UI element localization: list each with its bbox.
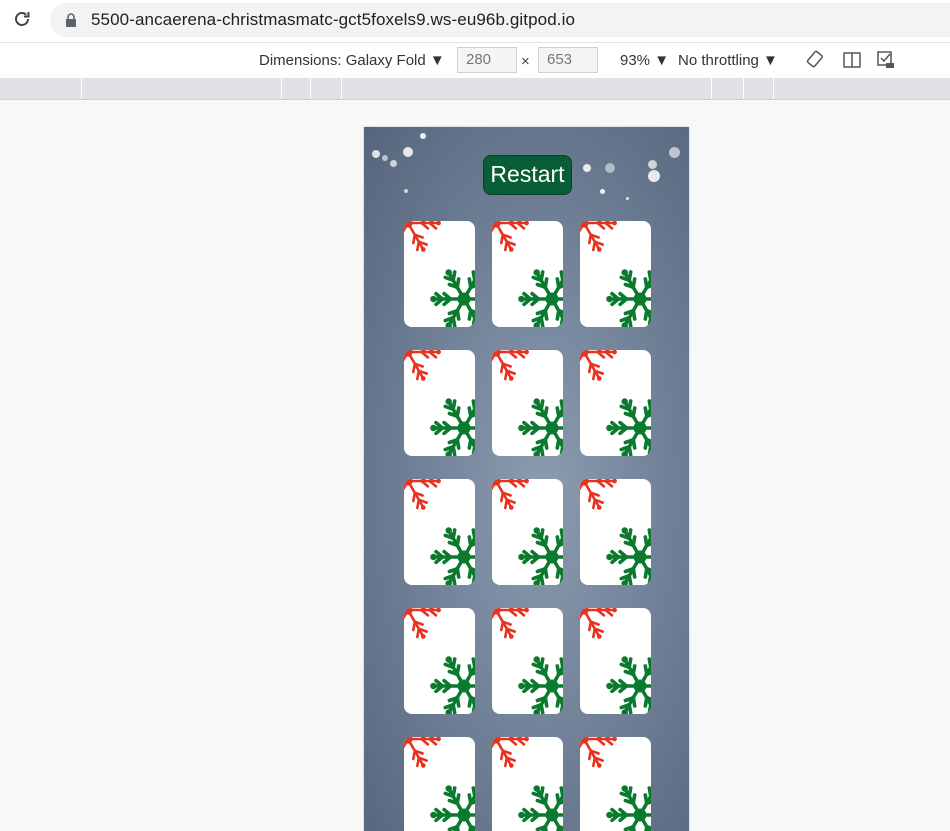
memory-card[interactable] [580, 479, 651, 585]
snow-dot [648, 160, 657, 169]
snow-dot [600, 189, 605, 194]
snowflake-icon [404, 737, 475, 831]
height-input[interactable]: 653 [538, 47, 598, 73]
snowflake-icon [492, 221, 563, 327]
ruler-mark[interactable] [743, 78, 744, 99]
ruler-mark[interactable] [81, 78, 82, 99]
snow-dot [605, 163, 615, 173]
snowflake-icon [404, 221, 475, 327]
memory-card[interactable] [492, 221, 563, 327]
media-query-ruler [0, 78, 950, 100]
snow-dot [372, 150, 380, 158]
snow-dot [669, 147, 680, 158]
snowflake-icon [580, 608, 651, 714]
memory-card[interactable] [492, 737, 563, 831]
snow-dot [648, 170, 660, 182]
memory-card[interactable] [404, 479, 475, 585]
memory-card[interactable] [580, 350, 651, 456]
memory-card[interactable] [580, 608, 651, 714]
dimensions-dropdown[interactable]: Dimensions: Galaxy Fold ▼ [259, 52, 445, 69]
memory-card[interactable] [404, 737, 475, 831]
snow-dot [583, 164, 591, 172]
ruler-mark[interactable] [773, 78, 774, 99]
memory-card[interactable] [404, 350, 475, 456]
snow-dot [626, 197, 629, 200]
dual-screen-icon[interactable] [842, 50, 862, 70]
snowflake-icon [580, 737, 651, 831]
dimensions-label: Dimensions: Galaxy Fold [259, 52, 426, 69]
zoom-value: 93% [620, 52, 651, 69]
snowflake-icon [492, 737, 563, 831]
emulated-viewport: Restart [0, 100, 950, 831]
snowflake-icon [404, 479, 475, 585]
zoom-dropdown[interactable]: 93% ▼ [620, 52, 669, 69]
reload-icon[interactable] [12, 9, 32, 29]
snowflake-icon [492, 608, 563, 714]
throttling-value: No throttling [678, 52, 759, 69]
rotate-icon[interactable] [806, 50, 826, 70]
game-page: Restart [364, 127, 689, 831]
memory-card[interactable] [404, 221, 475, 327]
memory-card[interactable] [492, 479, 563, 585]
snowflake-icon [404, 608, 475, 714]
chevron-down-icon: ▼ [654, 52, 670, 69]
ruler-mark[interactable] [281, 78, 282, 99]
width-input[interactable]: 280 [457, 47, 517, 73]
ruler-mark[interactable] [310, 78, 311, 99]
sensors-icon[interactable] [876, 50, 896, 70]
memory-card[interactable] [404, 608, 475, 714]
snowflake-icon [580, 350, 651, 456]
ruler-mark[interactable] [341, 78, 342, 99]
device-toolbar: Dimensions: Galaxy Fold ▼ 280 × 653 93% … [0, 42, 950, 78]
chevron-down-icon: ▼ [429, 52, 445, 69]
snowflake-icon [492, 479, 563, 585]
memory-card[interactable] [580, 737, 651, 831]
address-bar-row: 5500-ancaerena-christmasmatc-gct5foxels9… [0, 0, 950, 42]
memory-card[interactable] [580, 221, 651, 327]
snowflake-icon [404, 350, 475, 456]
memory-card[interactable] [492, 608, 563, 714]
memory-card[interactable] [492, 350, 563, 456]
snowflake-icon [580, 221, 651, 327]
snowflake-icon [492, 350, 563, 456]
throttling-dropdown[interactable]: No throttling ▼ [678, 52, 778, 69]
snow-dot [382, 155, 388, 161]
url-text[interactable]: 5500-ancaerena-christmasmatc-gct5foxels9… [91, 10, 575, 30]
lock-icon[interactable] [64, 13, 78, 27]
times-separator: × [521, 53, 530, 70]
chevron-down-icon: ▼ [763, 52, 778, 69]
snow-dot [404, 189, 408, 193]
snow-dot [390, 160, 397, 167]
ruler-mark[interactable] [711, 78, 712, 99]
snowflake-icon [580, 479, 651, 585]
snow-dot [403, 147, 413, 157]
snow-dot [420, 133, 426, 139]
restart-button[interactable]: Restart [483, 155, 572, 195]
